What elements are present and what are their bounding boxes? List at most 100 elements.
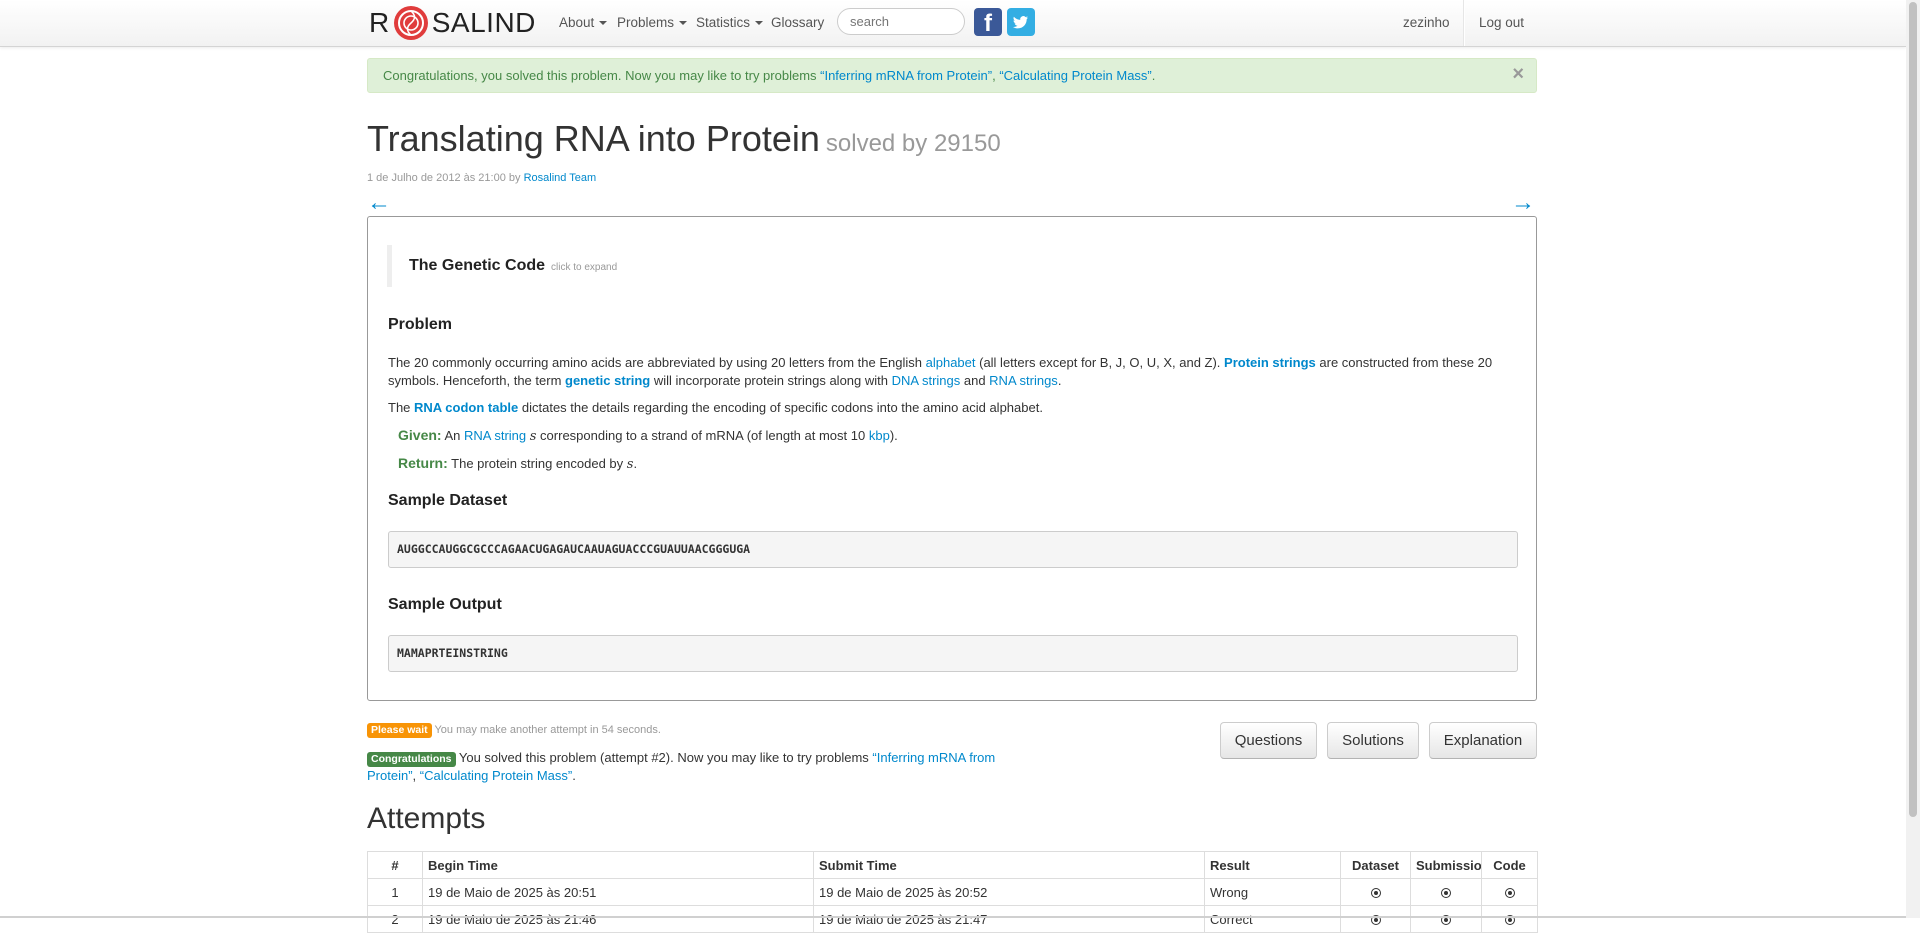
attempt-result: Correct [1204, 905, 1341, 933]
vertical-scrollbar[interactable] [1906, 0, 1920, 918]
logout-label: Log out [1479, 15, 1525, 30]
problem-date: 1 de Julho de 2012 às 21:00 by [367, 172, 524, 184]
col-header-submit: Submit Time [813, 851, 1205, 879]
genetic-code-expander[interactable]: The Genetic Code click to expand [387, 245, 617, 287]
col-header-submission: Submission [1410, 851, 1482, 879]
link-alphabet[interactable]: alphabet [926, 355, 976, 370]
chevron-down-icon [599, 21, 608, 26]
solved-count: solved by 29150 [825, 130, 1001, 157]
prev-problem-arrow[interactable]: ← [367, 188, 391, 218]
p2-text: dictates the details regarding the encod… [518, 400, 1043, 415]
problem-paragraph-1: The 20 commonly occurring amino acids ar… [388, 354, 1513, 390]
alert-text: Congratulations, you solved this problem… [383, 68, 821, 83]
link-kbp[interactable]: kbp [869, 428, 890, 443]
facebook-glyph: f [984, 10, 992, 37]
download-icon[interactable] [1504, 888, 1515, 899]
code-download-cell [1481, 905, 1538, 933]
alert-link-protein-mass[interactable]: “Calculating Protein Mass” [999, 68, 1151, 83]
link-rna-strings[interactable]: RNA strings [989, 373, 1058, 388]
table-header-row: # Begin Time Submit Time Result Dataset … [367, 851, 1538, 879]
author-link[interactable]: Rosalind Team [524, 172, 597, 184]
nav-statistics-label: Statistics [696, 15, 751, 30]
col-header-code: Code [1481, 851, 1538, 879]
next-problem-arrow[interactable]: → [1511, 188, 1535, 218]
nav-about[interactable]: About [559, 0, 608, 46]
chevron-down-icon [755, 21, 764, 26]
nav-problems[interactable]: Problems [617, 0, 688, 46]
table-row: 2 19 de Maio de 2025 às 21:46 19 de Maio… [367, 905, 1538, 933]
p1-text: The 20 commonly occurring amino acids ar… [388, 355, 926, 370]
status-link-protein-mass[interactable]: “Calculating Protein Mass” [420, 768, 572, 783]
table-row: 1 19 de Maio de 2025 às 20:51 19 de Maio… [367, 878, 1538, 906]
nav-problems-label: Problems [617, 15, 675, 30]
facebook-icon[interactable]: f [974, 8, 1002, 37]
brand-logo[interactable]: R SALIND [369, 4, 536, 42]
navbar-inner: R SALIND About Problems Statistics Gloss… [367, 0, 1537, 46]
dataset-download-cell [1340, 905, 1411, 933]
nav-statistics[interactable]: Statistics [696, 0, 764, 46]
given-text: corresponding to a strand of mRNA (of le… [536, 428, 869, 443]
download-icon[interactable] [1370, 888, 1381, 899]
p1-text: (all letters except for B, J, O, U, X, a… [975, 355, 1225, 370]
congrats-text: You solved this problem (attempt #2). No… [455, 750, 873, 765]
chevron-down-icon [679, 21, 688, 26]
search-input[interactable] [837, 8, 965, 35]
problem-title: Translating RNA into Protein [367, 118, 820, 159]
sample-output-heading: Sample Output [388, 596, 502, 613]
problem-paragraph-2: The RNA codon table dictates the details… [388, 399, 1513, 417]
logout-link[interactable]: Log out [1479, 0, 1524, 46]
p1-text: . [1057, 373, 1062, 388]
download-icon[interactable] [1441, 888, 1451, 899]
link-dna-strings[interactable]: DNA strings [892, 373, 961, 388]
link-rna-codon-table[interactable]: RNA codon table [414, 400, 518, 415]
dataset-download-cell [1340, 878, 1411, 906]
given-text: ). [889, 428, 898, 443]
sample-dataset-heading: Sample Dataset [388, 492, 508, 509]
brand-letter-r: R [369, 7, 390, 38]
return-line: Return: The protein string encoded by s. [398, 454, 1523, 474]
attempts-heading: Attempts [367, 802, 486, 835]
attempt-begin: 19 de Maio de 2025 às 20:51 [422, 878, 814, 906]
alert-link-inferring-mrna[interactable]: “Inferring mRNA from Protein” [820, 68, 992, 83]
nav-user[interactable]: zezinho [1403, 0, 1450, 46]
navbar: R SALIND About Problems Statistics Gloss… [0, 0, 1906, 47]
questions-button[interactable]: Questions [1220, 722, 1317, 759]
genetic-code-heading: The Genetic Code [409, 257, 546, 274]
status-end: . [572, 768, 576, 783]
explanation-button[interactable]: Explanation [1429, 722, 1537, 759]
nav-glossary-label: Glossary [771, 15, 825, 30]
sample-output-block: MAMAPRTEINSTRING [388, 635, 1518, 672]
congratulations-badge: Congratulations [367, 752, 456, 767]
link-genetic-string[interactable]: genetic string [565, 373, 650, 388]
col-header-num: # [367, 851, 423, 879]
rosalind-rose-icon [391, 3, 431, 43]
click-to-expand-hint: click to expand [551, 262, 618, 273]
p1-text: will incorporate protein strings along w… [650, 373, 892, 388]
close-icon[interactable]: × [1512, 59, 1524, 89]
solutions-button[interactable]: Solutions [1327, 722, 1419, 759]
twitter-icon[interactable] [1007, 8, 1035, 36]
sample-dataset-block: AUGGCCAUGGCGCCCAGAACUGAGAUCAAUAGUACCCGUA… [388, 531, 1518, 568]
scrollbar-thumb[interactable] [1909, 2, 1917, 817]
congrats-status: Congratulations You solved this problem … [367, 749, 1017, 785]
problem-box: The Genetic Code click to expand Problem … [367, 216, 1537, 701]
nav-glossary[interactable]: Glossary [771, 0, 824, 46]
return-text: . [633, 456, 638, 471]
attempt-submit: 19 de Maio de 2025 às 21:47 [813, 905, 1205, 933]
status-sep: , [412, 768, 420, 783]
attempt-num: 1 [367, 878, 423, 906]
attempt-submit: 19 de Maio de 2025 às 20:52 [813, 878, 1205, 906]
col-header-begin: Begin Time [422, 851, 814, 879]
submission-download-cell [1410, 905, 1482, 933]
link-rna-string[interactable]: RNA string [464, 428, 526, 443]
wait-text: You may make another attempt in 54 secon… [431, 724, 661, 736]
success-alert: Congratulations, you solved this problem… [367, 58, 1537, 93]
attempt-result: Wrong [1204, 878, 1341, 906]
col-header-dataset: Dataset [1340, 851, 1411, 879]
given-label: Given: [398, 427, 442, 443]
link-protein-strings[interactable]: Protein strings [1224, 355, 1316, 370]
brand-word-salind: SALIND [431, 7, 536, 38]
page-title: Translating RNA into Protein solved by 29… [367, 118, 1001, 160]
attempt-begin: 19 de Maio de 2025 às 21:46 [422, 905, 814, 933]
problem-meta: 1 de Julho de 2012 às 21:00 by Rosalind … [367, 172, 596, 184]
